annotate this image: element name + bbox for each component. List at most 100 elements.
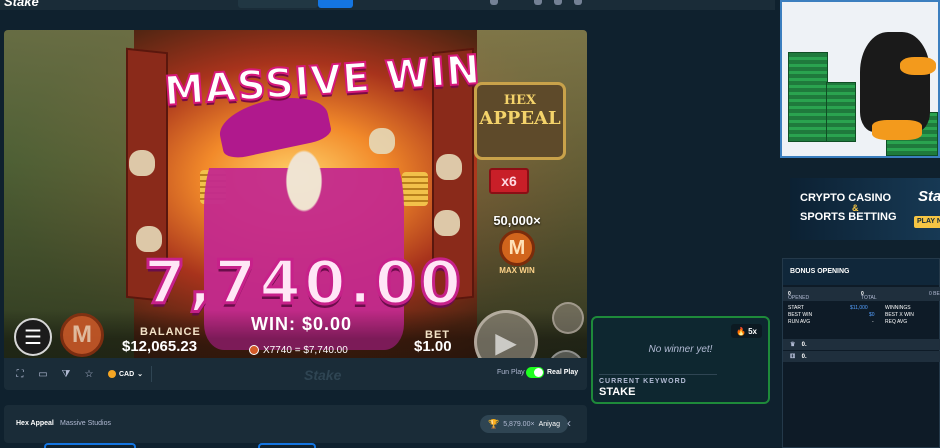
top-nav-tab[interactable] (238, 0, 318, 8)
casino-ad-banner[interactable]: CRYPTO CASINO & SPORTS BETTING Sta PLAY … (790, 178, 940, 240)
list-item: ♛ 0. (783, 339, 940, 350)
bottom-tab[interactable] (44, 443, 136, 448)
cartoon-duck-legs (872, 120, 922, 140)
win-detail-text: X7740 = $7,740.00 (263, 344, 348, 356)
top-win-record[interactable]: 🏆 5,879.00× Aniyag (480, 415, 568, 433)
run-avg-value: - (872, 319, 874, 325)
list-item-value: 0. (801, 342, 807, 348)
bonus-stats: START $11,000 WINNINGS BEST WIN $0 BEST … (783, 305, 940, 326)
list-item-value: 0. (801, 354, 807, 360)
menu-icon: ☰ (24, 326, 42, 349)
multiplier-badge: x6 (489, 168, 529, 194)
stake-watermark: Stake (304, 367, 342, 383)
win-label: WIN: $0.00 (251, 314, 353, 334)
start-label: START (788, 305, 804, 311)
banner-brand: Sta (918, 188, 940, 205)
current-keyword: STAKE (599, 386, 636, 398)
banner-line2: SPORTS BETTING (800, 211, 897, 223)
feature-buy-button[interactable]: M (60, 313, 104, 357)
list-item: ⚅ 0. (783, 351, 940, 362)
currency-coin-icon (108, 370, 116, 378)
currency-selector[interactable]: CAD ⌄ (108, 366, 153, 382)
bonus-opening-panel: BONUS OPENING OPENED 0 TOTAL 0 0 BE STAR… (782, 258, 940, 448)
coin-stack-art (402, 172, 428, 206)
currency-label: CAD (119, 370, 135, 378)
play-icon: ▶ (495, 326, 517, 358)
best-win-value: $0 (869, 312, 875, 318)
site-logo[interactable]: Stake (4, 0, 39, 9)
record-multiplier: 5,879.00× (503, 420, 535, 428)
favourite-star-icon[interactable]: ☆ (83, 368, 95, 380)
bonus-list: ♛ 0. ⚅ 0. (783, 339, 940, 363)
streak-value: 5x (748, 326, 757, 336)
skull-decoration (434, 210, 460, 236)
bottom-tabs (0, 443, 775, 448)
chevron-down-icon: ⌄ (137, 371, 144, 378)
cartoon-duck-beak (900, 57, 936, 75)
max-win-value: 50,000× (493, 213, 541, 228)
game-frame: MASSIVE WIN 7,740.00 HEX APPEAL x6 50,00… (4, 30, 587, 390)
opened-label: OPENED (788, 295, 810, 301)
balance-value: $12,065.23 (122, 338, 198, 355)
streamer-cam-overlay (780, 0, 940, 158)
trophy-icon: 🏆 (488, 418, 500, 429)
best-win-label: BEST WIN (788, 312, 813, 318)
skull-decoration (436, 154, 462, 180)
win-detail: X7740 = $7,740.00 (249, 342, 348, 358)
game-toolbar: ⛶ ▭ ⧩ ☆ CAD ⌄ Stake Fun Play Real Play (4, 358, 587, 390)
fire-icon: 🔥 (736, 326, 747, 336)
balance-label: BALANCE (140, 326, 201, 338)
chat-icon[interactable] (574, 0, 582, 5)
screen: Stake MASSIVE WIN 7,740.00 HEX APPEAL x6… (0, 0, 940, 448)
top-nav-active-button[interactable] (318, 0, 353, 8)
fun-play-label[interactable]: Fun Play (497, 369, 525, 376)
req-avg-label: REQ AVG (885, 319, 908, 325)
notification-icon[interactable] (490, 0, 498, 5)
trailing-value: 0 BE (929, 291, 940, 297)
bonus-summary-row: OPENED 0 TOTAL 0 0 BE (783, 287, 940, 301)
no-winner-message: No winner yet! (648, 344, 713, 355)
multiplier-streak-badge: 🔥 5x (731, 324, 762, 338)
game-logo: HEX APPEAL (474, 82, 566, 160)
swamp-background-left (4, 30, 134, 358)
fullscreen-icon[interactable]: ⛶ (14, 368, 26, 380)
banner-play-button[interactable]: PLAY N (914, 216, 940, 228)
banner-line1: CRYPTO CASINO (800, 192, 892, 204)
game-logo-line1: HEX (503, 93, 537, 108)
total-label: TOTAL (861, 295, 877, 301)
winnings-label: WINNINGS (885, 305, 911, 311)
money-stack-art (826, 82, 856, 142)
game-menu-button[interactable]: ☰ (14, 318, 52, 356)
bet-value[interactable]: $1.00 (414, 338, 452, 355)
bonus-header: BONUS OPENING (783, 259, 939, 285)
game-title[interactable]: Hex Appeal (16, 420, 54, 427)
current-keyword-label: CURRENT KEYWORD (599, 378, 687, 385)
best-x-win-label: BEST X WIN (885, 312, 914, 318)
real-play-toggle[interactable] (526, 367, 544, 378)
win-coin-icon (249, 345, 259, 355)
game-canvas[interactable]: MASSIVE WIN 7,740.00 HEX APPEAL x6 50,00… (4, 30, 587, 358)
dice-icon: ⚅ (790, 354, 796, 360)
max-win-badge: 50,000× M MAX WIN (484, 213, 550, 275)
game-logo-line2: APPEAL (479, 108, 561, 129)
game-info-bar: Hex Appeal Massive Studios 🏆 5,879.00× A… (4, 405, 587, 443)
top-nav-bar: Stake (0, 0, 775, 10)
real-play-label[interactable]: Real Play (547, 369, 578, 376)
max-win-coin-icon: M (499, 230, 535, 266)
settings-icon[interactable] (554, 0, 562, 5)
big-win-amount: 7,740.00 (142, 247, 465, 320)
bottom-tab[interactable] (258, 443, 316, 448)
money-stack-art (788, 52, 828, 142)
theatre-mode-icon[interactable]: ▭ (37, 368, 49, 380)
stats-icon[interactable]: ⧩ (60, 368, 72, 380)
start-value: $11,000 (850, 305, 868, 311)
crown-icon: ♛ (790, 342, 796, 348)
user-icon[interactable] (534, 0, 542, 5)
divider (599, 374, 717, 375)
cartoon-duck-art (860, 32, 930, 132)
chevron-left-icon[interactable]: ‹ (567, 416, 571, 430)
game-studio[interactable]: Massive Studios (60, 420, 111, 427)
keyword-winner-widget: 🔥 5x No winner yet! CURRENT KEYWORD STAK… (591, 316, 770, 404)
run-avg-label: RUN AVG (788, 319, 811, 325)
coin-stack-button[interactable] (552, 302, 584, 334)
